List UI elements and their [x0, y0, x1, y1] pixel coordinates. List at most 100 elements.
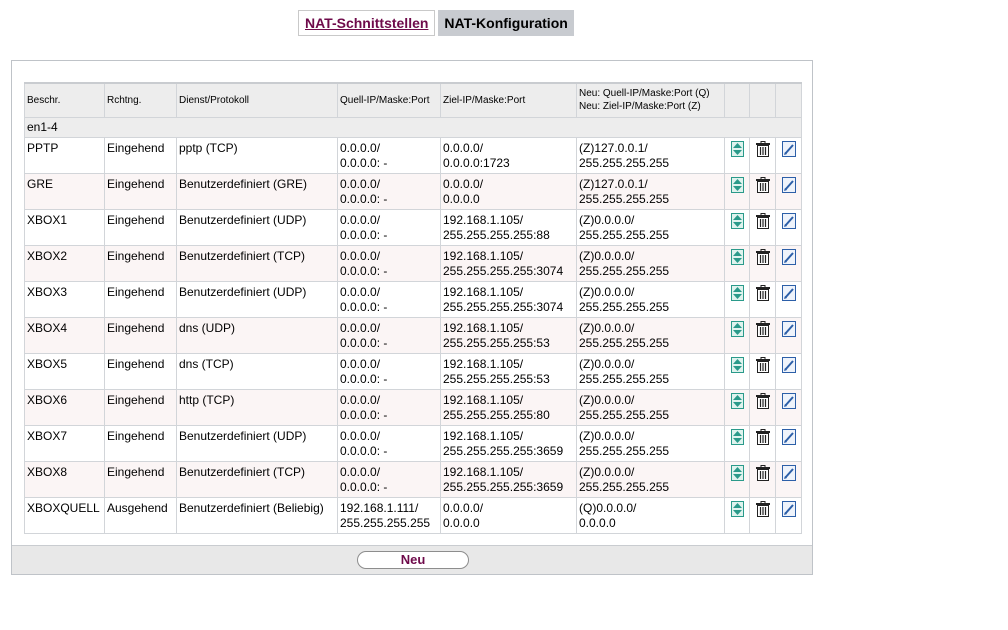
cell-neu: (Z)0.0.0.0/255.255.255.255 [576, 424, 725, 462]
cell-quell: 0.0.0.0/0.0.0.0: - [337, 352, 441, 390]
cell-neu: (Z)0.0.0.0/255.255.255.255 [576, 388, 725, 426]
panel-footer: Neu [12, 545, 812, 574]
edit-icon[interactable] [781, 464, 796, 481]
new-ip: (Z)0.0.0.0/ [579, 428, 635, 443]
cell-quell: 0.0.0.0/0.0.0.0: - [337, 172, 441, 210]
cell-ziel: 192.168.1.105/255.255.255.255:53 [440, 316, 577, 354]
cell-edit [775, 496, 802, 534]
cell-quell: 0.0.0.0/0.0.0.0: - [337, 316, 441, 354]
cell-move [724, 460, 750, 498]
edit-icon[interactable] [781, 248, 796, 265]
col-header-quell: Quell-IP/Maske:Port [337, 82, 441, 118]
rule-direction: Eingehend [107, 392, 165, 407]
cell-neu: (Z)0.0.0.0/255.255.255.255 [576, 460, 725, 498]
trash-icon[interactable] [755, 284, 771, 301]
edit-icon[interactable] [781, 140, 796, 157]
dest-mask-port: 255.255.255.255:3659 [443, 479, 564, 494]
new-ip: (Z)0.0.0.0/ [579, 392, 635, 407]
trash-icon[interactable] [755, 500, 771, 517]
rule-direction: Eingehend [107, 320, 165, 335]
move-icon[interactable] [730, 500, 744, 517]
trash-icon[interactable] [755, 212, 771, 229]
edit-icon[interactable] [781, 356, 796, 373]
cell-move [724, 280, 750, 318]
cell-delete [749, 352, 776, 390]
cell-ziel: 0.0.0.0/0.0.0.0:1723 [440, 136, 577, 174]
cell-beschr: XBOX8 [24, 460, 105, 498]
trash-icon[interactable] [755, 320, 771, 337]
cell-delete [749, 424, 776, 462]
edit-icon[interactable] [781, 428, 796, 445]
cell-edit [775, 352, 802, 390]
col-header-dienst: Dienst/Protokoll [176, 82, 338, 118]
rule-description: XBOX1 [27, 212, 68, 227]
source-mask-port: 0.0.0.0: - [340, 299, 388, 314]
trash-icon[interactable] [755, 428, 771, 445]
source-mask-port: 0.0.0.0: - [340, 335, 388, 350]
tab-nat-schnittstellen[interactable]: NAT-Schnittstellen [298, 10, 436, 36]
cell-delete [749, 208, 776, 246]
cell-dienst: pptp (TCP) [176, 136, 338, 174]
trash-icon[interactable] [755, 140, 771, 157]
rule-service: Benutzerdefiniert (UDP) [179, 212, 307, 227]
rule-direction: Eingehend [107, 176, 165, 191]
new-button[interactable]: Neu [357, 551, 469, 569]
cell-delete [749, 496, 776, 534]
rule-service: dns (TCP) [179, 356, 234, 371]
edit-icon[interactable] [781, 212, 796, 229]
rule-service: Benutzerdefiniert (GRE) [179, 176, 308, 191]
cell-quell: 0.0.0.0/0.0.0.0: - [337, 460, 441, 498]
new-ip: (Z)127.0.0.1/ [579, 140, 648, 155]
source-ip: 0.0.0.0/ [340, 284, 381, 299]
cell-quell: 0.0.0.0/0.0.0.0: - [337, 388, 441, 426]
trash-icon[interactable] [755, 248, 771, 265]
edit-icon[interactable] [781, 284, 796, 301]
edit-icon[interactable] [781, 176, 796, 193]
cell-beschr: GRE [24, 172, 105, 210]
move-icon[interactable] [730, 320, 744, 337]
dest-ip: 0.0.0.0/ [443, 500, 484, 515]
cell-dienst: Benutzerdefiniert (UDP) [176, 424, 338, 462]
cell-move [724, 244, 750, 282]
move-icon[interactable] [730, 464, 744, 481]
edit-icon[interactable] [781, 500, 796, 517]
cell-delete [749, 460, 776, 498]
rule-service: dns (UDP) [179, 320, 236, 335]
rule-description: PPTP [27, 140, 59, 155]
trash-icon[interactable] [755, 356, 771, 373]
table-row: XBOX3 Eingehend Benutzerdefiniert (UDP) … [24, 280, 802, 318]
rule-service: Benutzerdefiniert (TCP) [179, 248, 306, 263]
trash-icon[interactable] [755, 464, 771, 481]
nat-table: Beschr. Rchtng. Dienst/Protokoll Quell-I… [24, 82, 802, 534]
col-header-delete [749, 82, 776, 118]
cell-rchtng: Eingehend [104, 208, 177, 246]
trash-icon[interactable] [755, 176, 771, 193]
dest-ip: 192.168.1.105/ [443, 284, 524, 299]
dest-mask-port: 255.255.255.255:80 [443, 407, 550, 422]
move-icon[interactable] [730, 356, 744, 373]
new-mask-port: 255.255.255.255 [579, 227, 670, 242]
edit-icon[interactable] [781, 320, 796, 337]
move-icon[interactable] [730, 212, 744, 229]
source-ip: 0.0.0.0/ [340, 464, 381, 479]
source-ip: 0.0.0.0/ [340, 428, 381, 443]
move-icon[interactable] [730, 248, 744, 265]
trash-icon[interactable] [755, 392, 771, 409]
edit-icon[interactable] [781, 392, 796, 409]
col-header-move [724, 82, 750, 118]
source-ip: 0.0.0.0/ [340, 392, 381, 407]
cell-delete [749, 172, 776, 210]
move-icon[interactable] [730, 428, 744, 445]
col-header-ziel: Ziel-IP/Maske:Port [440, 82, 577, 118]
move-icon[interactable] [730, 176, 744, 193]
cell-move [724, 352, 750, 390]
cell-ziel: 192.168.1.105/255.255.255.255:88 [440, 208, 577, 246]
move-icon[interactable] [730, 392, 744, 409]
rule-service: http (TCP) [179, 392, 235, 407]
cell-neu: (Z)127.0.0.1/255.255.255.255 [576, 172, 725, 210]
dest-mask-port: 0.0.0.0 [443, 191, 480, 206]
move-icon[interactable] [730, 140, 744, 157]
tab-nat-konfiguration[interactable]: NAT-Konfiguration [438, 10, 574, 36]
move-icon[interactable] [730, 284, 744, 301]
new-mask-port: 255.255.255.255 [579, 371, 670, 386]
